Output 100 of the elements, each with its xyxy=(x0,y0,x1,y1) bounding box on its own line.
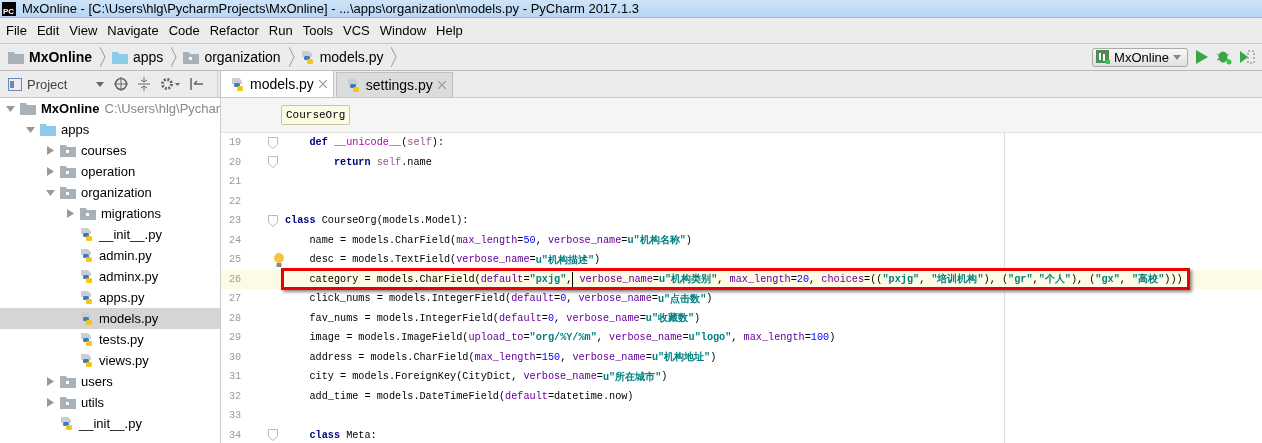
tree-item-label: operation xyxy=(81,164,136,179)
tree-item[interactable]: courses xyxy=(0,140,220,161)
python-file-icon xyxy=(231,76,245,92)
folder-icon xyxy=(183,50,200,64)
tree-item[interactable]: MxOnline C:\Users\hlg\Pychar xyxy=(0,98,220,119)
chevron-icon xyxy=(171,47,178,67)
code-line: return self.name xyxy=(332,155,433,170)
python-file-icon xyxy=(80,269,94,284)
run-configuration-dropdown[interactable]: MxOnline xyxy=(1092,47,1188,67)
close-icon[interactable] xyxy=(437,81,446,89)
menu-item[interactable]: File xyxy=(2,23,33,38)
tree-item[interactable]: adminx.py xyxy=(0,266,220,287)
line-number: 29 xyxy=(228,332,243,344)
tree-item-label: admin.py xyxy=(99,248,152,263)
line-number: 30 xyxy=(228,351,243,363)
tree-item[interactable]: apps.py xyxy=(0,287,220,308)
run-icon[interactable] xyxy=(1196,50,1208,64)
expand-arrow-icon[interactable] xyxy=(46,167,55,176)
editor-tab[interactable]: settings.py xyxy=(335,72,453,97)
line-number: 26 xyxy=(228,273,243,285)
menu-item[interactable]: Edit xyxy=(32,23,66,38)
tree-item[interactable]: organization xyxy=(0,182,220,203)
menu-item[interactable]: Code xyxy=(164,23,206,38)
tree-item[interactable]: views.py xyxy=(0,350,220,371)
tree-item[interactable]: utils xyxy=(0,392,220,413)
lightbulb-icon[interactable] xyxy=(273,252,285,268)
breadcrumb-item[interactable]: MxOnline xyxy=(8,49,96,65)
menu-item[interactable]: VCS xyxy=(339,23,376,38)
collapse-arrow-icon[interactable] xyxy=(26,125,35,134)
tree-item-label: courses xyxy=(81,143,127,158)
folder-icon xyxy=(60,165,76,178)
bug-icon[interactable] xyxy=(1216,49,1232,65)
collapse-all-icon[interactable] xyxy=(138,77,150,91)
menu-item[interactable]: Window xyxy=(375,23,433,38)
code-line: fav_nums = models.IntegerField(default=0, verbose_name=u"收藏数") xyxy=(308,311,702,327)
expand-arrow-icon[interactable] xyxy=(66,209,75,218)
tree-item-label: organization xyxy=(81,185,152,200)
tree-item[interactable]: apps xyxy=(0,119,220,140)
menu-item[interactable]: Help xyxy=(432,23,469,38)
tree-item-label: models.py xyxy=(99,311,159,326)
tree-item[interactable]: __init__.py xyxy=(0,224,220,245)
folder-icon xyxy=(20,102,36,115)
tree-item-label: tests.py xyxy=(99,332,144,347)
tree-item[interactable]: models.py xyxy=(0,308,220,329)
breadcrumb-item[interactable]: apps xyxy=(112,49,168,65)
editor-tab[interactable]: models.py xyxy=(220,70,334,97)
python-file-icon xyxy=(60,416,74,431)
caret-icon xyxy=(1173,54,1181,60)
tree-item-label: users xyxy=(81,374,113,389)
caret-icon xyxy=(96,81,104,87)
fold-marker-icon[interactable] xyxy=(268,156,278,169)
python-file-icon xyxy=(346,77,361,93)
folder-icon xyxy=(60,186,76,199)
chevron-icon xyxy=(100,47,106,67)
chevron-icon xyxy=(391,47,398,67)
tree-item[interactable]: users xyxy=(0,371,220,392)
menu-item[interactable]: Run xyxy=(264,23,299,38)
tree-item[interactable]: migrations xyxy=(0,203,220,224)
tree-item-label: apps.py xyxy=(99,290,145,305)
coverage-run-icon[interactable] xyxy=(1240,49,1256,65)
fold-marker-icon[interactable] xyxy=(268,214,278,227)
folder-icon xyxy=(60,396,76,409)
line-number: 25 xyxy=(228,254,243,266)
line-number: 21 xyxy=(228,176,243,188)
fold-marker-icon[interactable] xyxy=(268,136,278,149)
folder-icon xyxy=(60,375,76,388)
tree-item[interactable]: tests.py xyxy=(0,329,220,350)
menu-item[interactable]: View xyxy=(65,23,104,38)
code-line: desc = models.TextField(verbose_name=u"机构描述") xyxy=(308,253,602,268)
code-line: def __unicode__(self): xyxy=(308,136,445,151)
menu-item[interactable]: Tools xyxy=(298,23,340,38)
close-icon[interactable] xyxy=(318,80,327,88)
menu-item[interactable]: Refactor xyxy=(205,23,265,38)
folder-icon xyxy=(112,50,128,64)
locate-icon[interactable] xyxy=(114,77,128,91)
expand-arrow-icon[interactable] xyxy=(46,398,55,407)
tree-item[interactable]: operation xyxy=(0,161,220,182)
folder-icon xyxy=(60,144,76,157)
line-number: 34 xyxy=(228,429,243,441)
code-line: image = models.ImageField(upload_to="org/%Y/%m", verbose_name=u"logo", max_length=100) xyxy=(308,331,837,346)
menu-item[interactable]: Navigate xyxy=(103,23,165,38)
python-file-icon xyxy=(80,227,94,242)
fold-marker-icon[interactable] xyxy=(268,429,278,442)
breadcrumb-item[interactable]: organization xyxy=(183,49,285,65)
settings-icon[interactable] xyxy=(160,77,180,91)
breadcrumb-item[interactable]: models.py xyxy=(300,49,388,65)
expand-arrow-icon[interactable] xyxy=(46,146,55,155)
collapse-arrow-icon[interactable] xyxy=(6,104,15,113)
code-line: class CourseOrg(models.Model): xyxy=(285,214,470,229)
code-line: click_nums = models.IntegerField(default=0, verbose_name=u"点击数") xyxy=(308,292,714,307)
tree-item[interactable]: __init__.py xyxy=(0,413,220,434)
hide-panel-icon[interactable] xyxy=(190,77,204,91)
expand-arrow-icon[interactable] xyxy=(46,377,55,386)
collapse-arrow-icon[interactable] xyxy=(46,188,55,197)
tree-item[interactable]: admin.py xyxy=(0,245,220,266)
project-view-dropdown[interactable]: Project xyxy=(8,76,104,92)
line-number: 33 xyxy=(228,410,243,422)
project-path: C:\Users\hlg\Pychar xyxy=(104,101,220,116)
python-file-icon xyxy=(80,353,94,368)
line-number: 27 xyxy=(228,293,243,305)
